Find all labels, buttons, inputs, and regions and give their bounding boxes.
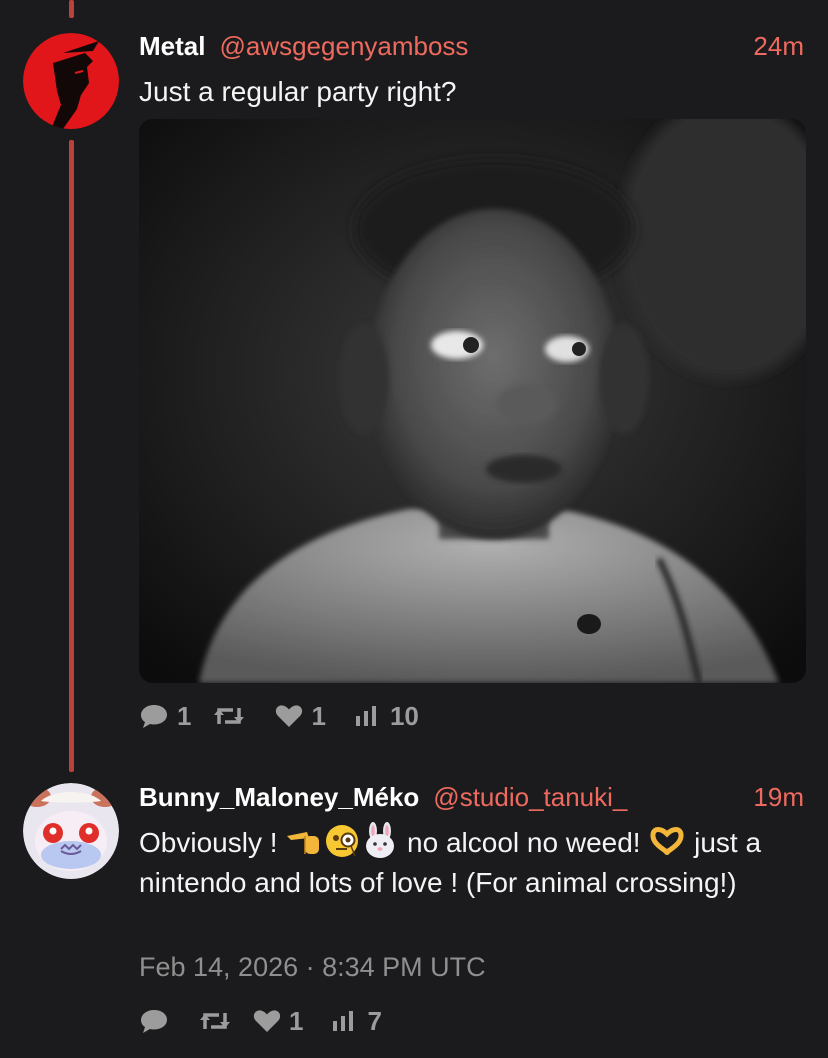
post-time[interactable]: 24m [753,31,804,62]
avatar-bunny-maloney[interactable] [23,783,119,879]
post-header: Bunny_Maloney_Méko @studio_tanuki_ 19m [139,780,804,814]
repost-icon [214,708,245,724]
post-actions: 1 7 [139,1005,382,1037]
like-count: 1 [289,1005,304,1036]
post-text: Obviously ! no alcool no weed! just a ni… [139,822,788,903]
reply-button[interactable]: 1 [139,701,191,732]
thread-line-top [69,0,74,18]
heart-hands-emoji [648,822,686,860]
post-media-image[interactable] [139,119,806,683]
reply-icon [141,705,167,728]
author-handle[interactable]: @awsgegenyamboss [219,31,468,62]
reply-count: 1 [177,700,192,731]
repost-icon [200,1013,230,1029]
avatar-metal[interactable] [23,33,119,129]
repost-button[interactable] [213,704,253,728]
reply-icon [141,1010,167,1033]
pointing-hand-emoji [285,822,323,860]
views-icon [355,706,376,726]
post-actions: 1 1 10 [139,700,419,732]
monocle-face-emoji [323,822,361,860]
like-count: 1 [311,700,326,731]
media-photo [139,119,806,683]
view-count: 10 [389,700,419,731]
view-count: 7 [367,1005,382,1036]
views-icon [333,1011,354,1031]
post-text-part: no alcool no weed! [399,827,649,858]
like-icon [276,705,303,727]
post-timestamp[interactable]: Feb 14, 2026 · 8:34 PM UTC [139,952,486,983]
like-button[interactable]: 1 [253,1006,303,1037]
post-text-part: Obviously ! [139,827,286,858]
like-button[interactable]: 1 [275,700,326,732]
like-icon [253,1010,281,1032]
post-text: Just a regular party right? [139,76,457,107]
views-button[interactable]: 10 [354,701,419,732]
thread-line [69,140,74,772]
author-name[interactable]: Bunny_Maloney_Méko [139,782,419,813]
views-button[interactable]: 7 [331,1005,382,1037]
repost-button[interactable] [199,1009,239,1033]
post-header: Metal @awsgegenyamboss 24m [139,29,804,63]
author-handle[interactable]: @studio_tanuki_ [433,782,627,813]
post-time[interactable]: 19m [753,782,804,813]
reply-button[interactable] [139,1007,177,1035]
rabbit-face-emoji [361,822,399,860]
author-name[interactable]: Metal [139,31,205,62]
